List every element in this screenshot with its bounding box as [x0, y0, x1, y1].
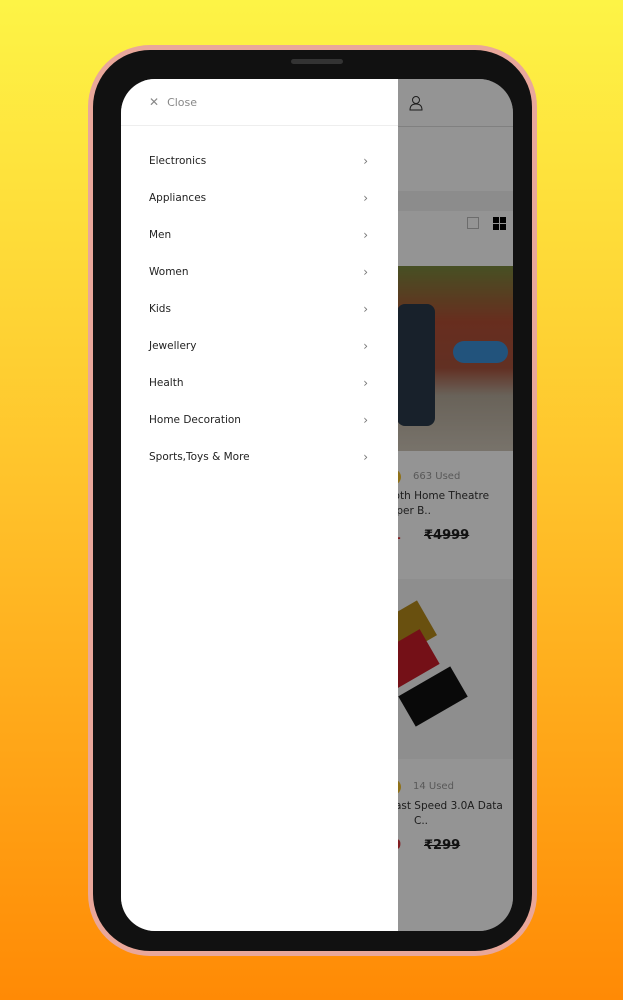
phone-frame: 663 Used tooth Home Theatre Super B.. 81… [88, 45, 537, 956]
chevron-right-icon: › [363, 301, 368, 316]
menu-item-electronics[interactable]: Electronics › [121, 142, 398, 179]
chevron-right-icon: › [363, 227, 368, 242]
menu-item-label: Health [149, 376, 184, 389]
menu-item-label: Men [149, 228, 172, 241]
category-drawer: ✕ Close Electronics › Appliances › Men › Wo… [121, 79, 398, 931]
menu-item-label: Electronics [149, 154, 207, 167]
phone-bezel: 663 Used tooth Home Theatre Super B.. 81… [93, 50, 532, 951]
menu-item-label: Jewellery [149, 339, 197, 352]
menu-item-sports-toys[interactable]: Sports,Toys & More › [121, 438, 398, 475]
close-icon: ✕ [149, 95, 160, 109]
chevron-right-icon: › [363, 375, 368, 390]
close-label: Close [167, 95, 198, 109]
menu-item-jewellery[interactable]: Jewellery › [121, 327, 398, 364]
menu-item-label: Kids [149, 302, 171, 315]
menu-item-label: Appliances [149, 191, 207, 204]
menu-item-kids[interactable]: Kids › [121, 290, 398, 327]
menu-item-health[interactable]: Health › [121, 364, 398, 401]
chevron-right-icon: › [363, 338, 368, 353]
screen: 663 Used tooth Home Theatre Super B.. 81… [121, 79, 513, 931]
menu-item-men[interactable]: Men › [121, 216, 398, 253]
menu-item-appliances[interactable]: Appliances › [121, 179, 398, 216]
chevron-right-icon: › [363, 449, 368, 464]
menu-item-label: Home Decoration [149, 413, 241, 426]
speaker [291, 59, 343, 64]
menu-item-label: Sports,Toys & More [149, 450, 250, 463]
menu-item-women[interactable]: Women › [121, 253, 398, 290]
chevron-right-icon: › [363, 412, 368, 427]
category-menu: Electronics › Appliances › Men › Women › Kid… [121, 126, 398, 475]
chevron-right-icon: › [363, 264, 368, 279]
close-button[interactable]: ✕ Close [121, 79, 398, 126]
menu-item-label: Women [149, 265, 189, 278]
menu-item-home-decoration[interactable]: Home Decoration › [121, 401, 398, 438]
chevron-right-icon: › [363, 190, 368, 205]
chevron-right-icon: › [363, 153, 368, 168]
